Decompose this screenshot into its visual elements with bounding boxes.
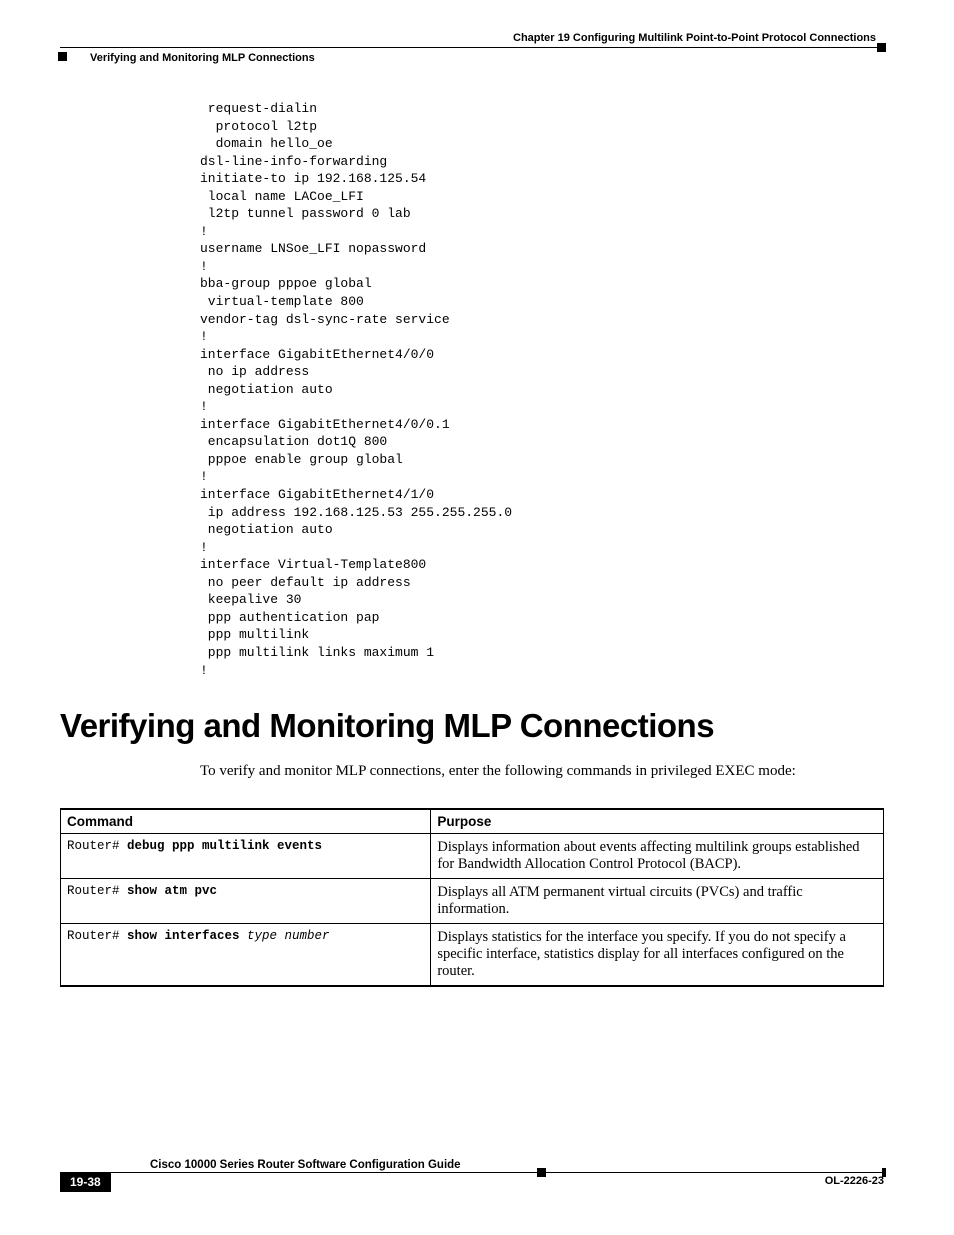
purpose-cell: Displays all ATM permanent virtual circu… — [431, 879, 884, 924]
footer-square-mid — [537, 1168, 546, 1177]
col-header-purpose: Purpose — [431, 809, 884, 834]
section-heading: Verifying and Monitoring MLP Connections — [60, 707, 884, 745]
command-table: Command Purpose Router# debug ppp multil… — [60, 808, 884, 987]
chapter-reference: Chapter 19 Configuring Multilink Point-t… — [60, 32, 884, 44]
section-reference: Verifying and Monitoring MLP Connections — [60, 52, 884, 64]
footer-rule: 19-38 OL-2226-23 — [60, 1172, 884, 1193]
footer-square-right — [882, 1168, 886, 1177]
page-footer: Cisco 10000 Series Router Software Confi… — [60, 1159, 884, 1193]
command-cell: Router# show interfaces type number — [61, 924, 431, 987]
col-header-command: Command — [61, 809, 431, 834]
header-square-left — [58, 52, 67, 61]
table-row: Router# show atm pvc Displays all ATM pe… — [61, 879, 884, 924]
header-rule-top — [60, 47, 884, 48]
command-cell: Router# debug ppp multilink events — [61, 834, 431, 879]
purpose-cell: Displays information about events affect… — [431, 834, 884, 879]
document-id: OL-2226-23 — [825, 1175, 884, 1187]
table-row: Router# debug ppp multilink events Displ… — [61, 834, 884, 879]
config-code-block: request-dialin protocol l2tp domain hell… — [200, 100, 884, 679]
section-intro: To verify and monitor MLP connections, e… — [200, 763, 884, 780]
guide-title: Cisco 10000 Series Router Software Confi… — [60, 1159, 884, 1171]
page-number: 19-38 — [60, 1173, 111, 1192]
purpose-cell: Displays statistics for the interface yo… — [431, 924, 884, 987]
command-cell: Router# show atm pvc — [61, 879, 431, 924]
header-square-right — [877, 43, 886, 52]
table-row: Router# show interfaces type number Disp… — [61, 924, 884, 987]
